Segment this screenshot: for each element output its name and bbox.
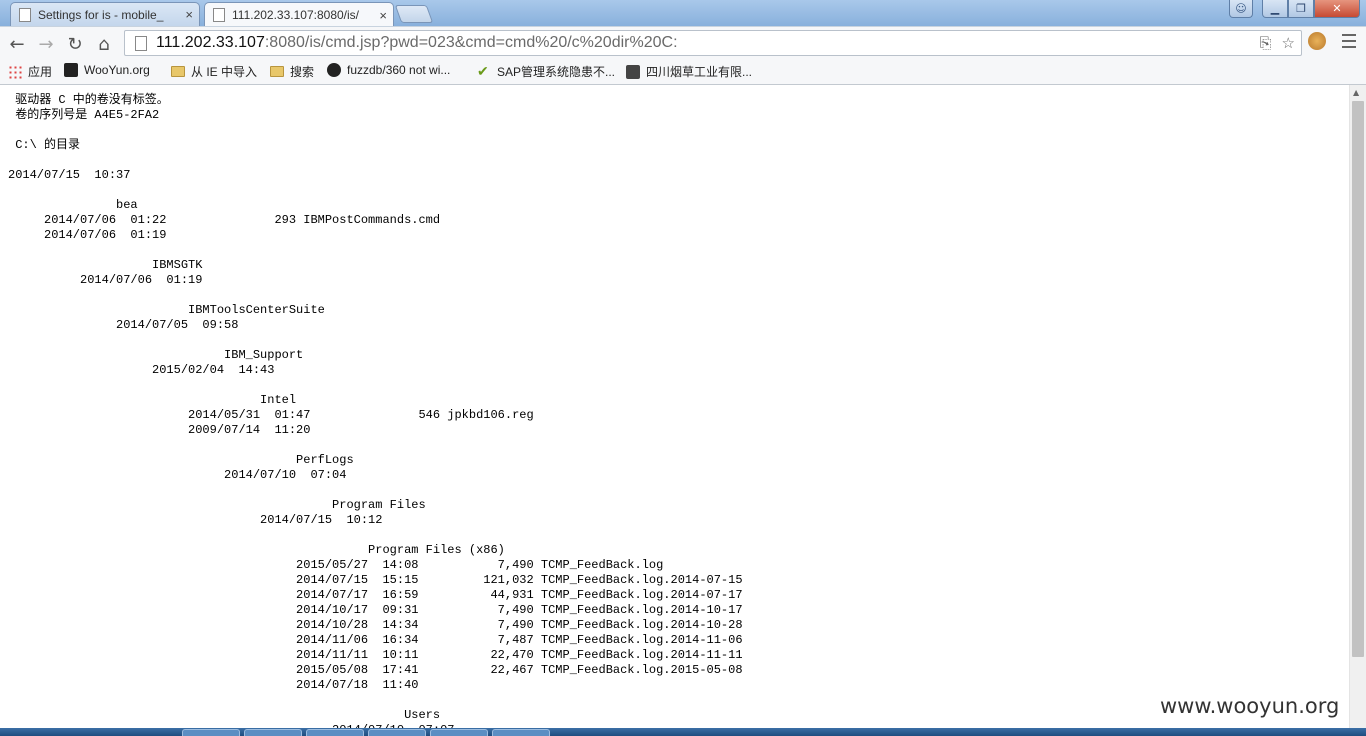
output-line: 2014/07/18 11:40 bbox=[8, 678, 419, 692]
tab-label: 111.202.33.107:8080/is/ bbox=[232, 8, 359, 22]
output-line: 2014/05/31 01:47 546 jpkbd106.reg bbox=[8, 408, 534, 422]
bookmark-sichuan-tobacco[interactable]: 四川烟草工业有限... bbox=[626, 63, 752, 80]
new-tab-button[interactable] bbox=[394, 5, 434, 23]
output-line: 2014/07/15 15:15 121,032 TCMP_FeedBack.l… bbox=[8, 573, 743, 587]
output-line: 2015/05/27 14:08 7,490 TCMP_FeedBack.log bbox=[8, 558, 664, 572]
output-line: 驱动器 C 中的卷没有标签。 bbox=[8, 93, 169, 107]
output-line: Program Files (x86) bbox=[8, 543, 505, 557]
tab-settings[interactable]: Settings for is - mobile_ × bbox=[10, 2, 200, 26]
close-window-button[interactable]: ✕ bbox=[1314, 0, 1360, 18]
taskbar-button[interactable] bbox=[244, 729, 302, 736]
taskbar-button[interactable] bbox=[306, 729, 364, 736]
forward-button[interactable]: → bbox=[34, 32, 58, 56]
output-line: 2014/07/06 01:19 bbox=[8, 228, 167, 242]
home-button[interactable]: ⌂ bbox=[92, 32, 116, 56]
wooyun-icon bbox=[64, 63, 78, 77]
output-line: IBM_Support bbox=[8, 348, 304, 362]
user-profile-icon[interactable]: ☺ bbox=[1229, 0, 1253, 18]
tab-close-icon[interactable]: × bbox=[185, 7, 193, 22]
reload-button[interactable]: ↻ bbox=[63, 32, 87, 56]
tab-label: Settings for is - mobile_ bbox=[38, 7, 164, 22]
taskbar-button[interactable] bbox=[182, 729, 240, 736]
output-line: IBMToolsCenterSuite bbox=[8, 303, 325, 317]
output-line: C:\ 的目录 bbox=[8, 138, 81, 152]
page-info-icon[interactable] bbox=[135, 35, 147, 51]
page-content: 驱动器 C 中的卷没有标签。 卷的序列号是 A4E5-2FA2 C:\ 的目录 2… bbox=[0, 85, 1349, 728]
command-output: 驱动器 C 中的卷没有标签。 卷的序列号是 A4E5-2FA2 C:\ 的目录 2… bbox=[8, 93, 743, 728]
bookmark-fuzzdb[interactable]: fuzzdb/360 not wi... bbox=[327, 63, 450, 77]
bookmarks-bar: 应用 WooYun.org 从 IE 中导入 搜索 fuzzdb/360 not… bbox=[0, 59, 1366, 85]
bookmark-folder-search[interactable]: 搜索 bbox=[270, 63, 314, 80]
watermark: www.wooyun.org bbox=[1160, 694, 1340, 718]
bookmark-sap[interactable]: ✔ SAP管理系统隐患不... bbox=[477, 63, 615, 80]
output-line: IBMSGTK bbox=[8, 258, 203, 272]
translate-icon[interactable]: ⎘ bbox=[1260, 34, 1272, 52]
github-icon bbox=[327, 63, 341, 77]
output-line: 2014/07/15 10:37 bbox=[8, 168, 131, 182]
tab-cmd-jsp[interactable]: 111.202.33.107:8080/is/ × bbox=[204, 2, 394, 27]
bookmark-wooyun[interactable]: WooYun.org bbox=[64, 63, 150, 77]
output-line: Intel bbox=[8, 393, 297, 407]
output-line: 2014/07/15 10:12 bbox=[8, 513, 383, 527]
output-line: 2009/07/14 11:20 bbox=[8, 423, 311, 437]
output-line: Users bbox=[8, 708, 441, 722]
output-line: 2014/07/06 01:19 bbox=[8, 273, 203, 287]
taskbar-button[interactable] bbox=[492, 729, 550, 736]
tobacco-icon bbox=[626, 64, 640, 79]
sap-check-icon: ✔ bbox=[477, 63, 489, 79]
output-line: 2014/11/06 16:34 7,487 TCMP_FeedBack.log… bbox=[8, 633, 743, 647]
minimize-button[interactable]: ▁ bbox=[1262, 0, 1288, 18]
title-bar: Settings for is - mobile_ × 111.202.33.1… bbox=[0, 0, 1366, 27]
maximize-button[interactable]: ❐ bbox=[1288, 0, 1314, 18]
output-line: PerfLogs bbox=[8, 453, 354, 467]
taskbar-button[interactable] bbox=[430, 729, 488, 736]
page-icon bbox=[213, 8, 225, 22]
address-bar[interactable]: 111.202.33.107:8080/is/cmd.jsp?pwd=023&c… bbox=[124, 30, 1302, 56]
bookmark-folder-ie-import[interactable]: 从 IE 中导入 bbox=[171, 63, 257, 80]
output-line: 2014/07/10 07:04 bbox=[8, 468, 347, 482]
output-line: 2015/05/08 17:41 22,467 TCMP_FeedBack.lo… bbox=[8, 663, 743, 677]
scroll-up-arrow-icon[interactable]: ▲ bbox=[1353, 88, 1359, 97]
output-line: 2014/10/17 09:31 7,490 TCMP_FeedBack.log… bbox=[8, 603, 743, 617]
browser-toolbar: ← → ↻ ⌂ 111.202.33.107:8080/is/cmd.jsp?p… bbox=[0, 26, 1366, 60]
output-line: 2015/02/04 14:43 bbox=[8, 363, 275, 377]
apps-icon bbox=[8, 64, 22, 79]
output-line: 2014/11/11 10:11 22,470 TCMP_FeedBack.lo… bbox=[8, 648, 743, 662]
output-line: 2014/07/17 16:59 44,931 TCMP_FeedBack.lo… bbox=[8, 588, 743, 602]
vertical-scrollbar[interactable]: ▲ bbox=[1349, 85, 1366, 728]
folder-icon bbox=[171, 66, 185, 77]
folder-icon bbox=[270, 66, 284, 77]
output-line: 2014/10/28 14:34 7,490 TCMP_FeedBack.log… bbox=[8, 618, 743, 632]
browser-menu-icon[interactable] bbox=[1342, 34, 1356, 48]
url-text[interactable]: 111.202.33.107:8080/is/cmd.jsp?pwd=023&c… bbox=[156, 34, 678, 52]
scrollbar-thumb[interactable] bbox=[1352, 101, 1364, 657]
page-icon bbox=[19, 7, 31, 22]
taskbar-button[interactable] bbox=[368, 729, 426, 736]
bookmark-apps[interactable]: 应用 bbox=[8, 63, 52, 80]
output-line: Program Files bbox=[8, 498, 426, 512]
output-line: 2014/07/05 09:58 bbox=[8, 318, 239, 332]
bookmark-star-icon[interactable]: ☆ bbox=[1282, 34, 1295, 52]
output-line: 2014/07/06 01:22 293 IBMPostCommands.cmd bbox=[8, 213, 441, 227]
cookie-extension-icon[interactable] bbox=[1308, 32, 1326, 50]
back-button[interactable]: ← bbox=[5, 32, 29, 56]
tab-close-icon[interactable]: × bbox=[379, 8, 387, 23]
output-line: 卷的序列号是 A4E5-2FA2 bbox=[8, 108, 160, 122]
output-line: bea bbox=[8, 198, 138, 212]
